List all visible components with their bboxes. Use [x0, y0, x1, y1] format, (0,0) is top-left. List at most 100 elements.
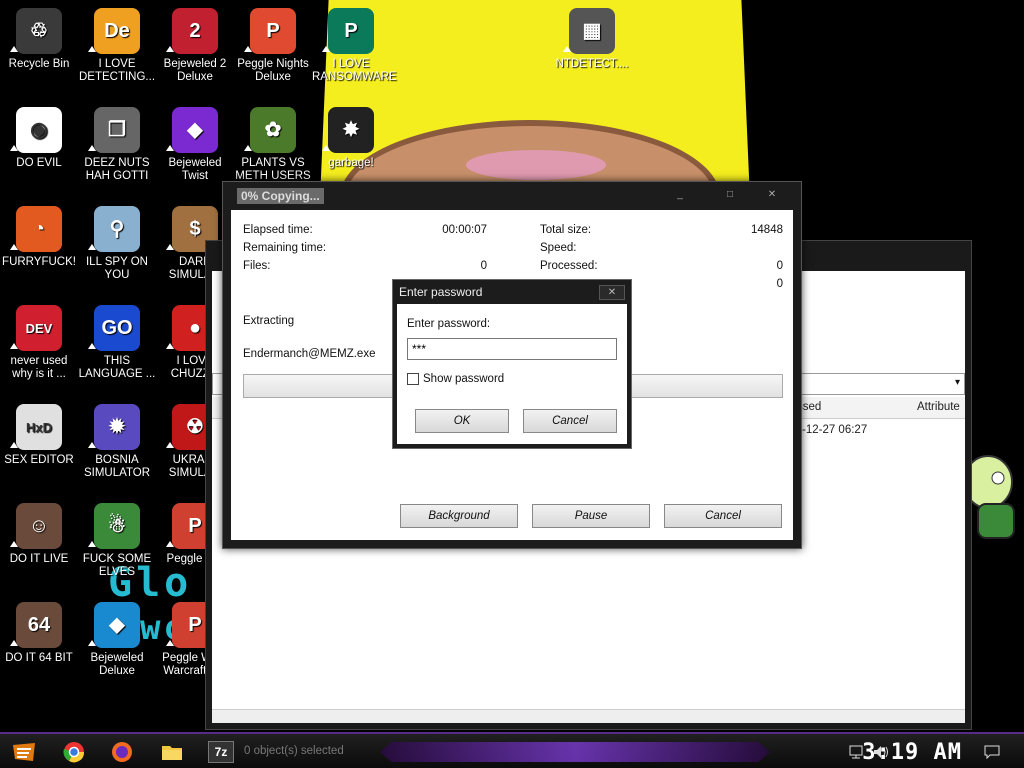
- desktop-icon[interactable]: GO THIS LANGUAGE ...: [78, 305, 156, 381]
- desktop-icon[interactable]: ◉ DO EVIL: [0, 107, 78, 170]
- chevron-down-icon[interactable]: ▾: [955, 377, 960, 388]
- pause-button[interactable]: Pause: [532, 504, 650, 528]
- col-attributes[interactable]: Attribute: [917, 401, 960, 413]
- taskbar-chrome[interactable]: [58, 738, 90, 766]
- desktop-icon-label: PLANTS VS METH USERS: [235, 157, 311, 182]
- peggle-nights-icon: P: [250, 8, 296, 54]
- desktop-icon[interactable]: 2 Bejeweled 2 Deluxe: [156, 8, 234, 84]
- desktop-icon[interactable]: De I LOVE DETECTING...: [78, 8, 156, 84]
- show-password-label[interactable]: Show password: [423, 373, 504, 385]
- shortcut-arrow-icon: [10, 442, 18, 448]
- shortcut-arrow-icon: [88, 442, 96, 448]
- hxd-icon: HxD: [16, 404, 62, 450]
- desktop-icon[interactable]: ♲ Recycle Bin: [0, 8, 78, 71]
- taskbar-firefox[interactable]: [106, 738, 138, 766]
- firefox-icon: [112, 742, 132, 762]
- shortcut-arrow-icon: [10, 640, 18, 646]
- extracting-label: Extracting: [243, 315, 295, 327]
- portrait-icon: ☺: [16, 503, 62, 549]
- desktop-icon[interactable]: ◔ FURRYFUCK!: [0, 206, 78, 269]
- taskbar-explorer[interactable]: [156, 738, 188, 766]
- folder-icon: [162, 746, 182, 760]
- bejeweled2-icon: 2: [172, 8, 218, 54]
- firefox-icon: ◔: [16, 206, 62, 252]
- desktop-icon[interactable]: ◆ Bejeweled Twist: [156, 107, 234, 183]
- desktop-icon-label: NTDETECT....: [555, 58, 629, 70]
- minimize-icon[interactable]: _: [669, 188, 691, 202]
- shortcut-arrow-icon: [166, 244, 174, 250]
- desktop-icon[interactable]: ⚲ ILL SPY ON YOU: [78, 206, 156, 282]
- password-dialog[interactable]: Enter password ✕ Enter password: Show pa…: [392, 279, 632, 449]
- taskbar-decoration: [380, 742, 770, 762]
- chrome-icon: ◉: [16, 107, 62, 153]
- processed-value: 0: [776, 260, 783, 272]
- window-title: 0% Copying...: [237, 188, 324, 204]
- shortcut-arrow-icon: [244, 145, 252, 151]
- total-size-value: 14848: [751, 224, 783, 236]
- chrome-icon: [63, 742, 85, 763]
- ok-button[interactable]: OK: [415, 409, 509, 433]
- desktop-icon[interactable]: ✸ garbage!: [312, 107, 390, 170]
- mine-icon: ✹: [94, 404, 140, 450]
- desktop-icon-label: DEEZ NUTS HAH GOTTI: [84, 157, 150, 182]
- desktop-icon-label: DO EVIL: [16, 157, 62, 169]
- shortcut-arrow-icon: [10, 541, 18, 547]
- background-button[interactable]: Background: [400, 504, 518, 528]
- desktop-icon[interactable]: P Peggle Nights Deluxe: [234, 8, 312, 84]
- desktop-icon[interactable]: DEV never used why is it ...: [0, 305, 78, 381]
- 7z-icon: 7z: [214, 745, 228, 759]
- remaining-label: Remaining time:: [243, 242, 327, 254]
- dialog-close-icon[interactable]: ✕: [599, 285, 625, 300]
- cancel-button[interactable]: Cancel: [664, 504, 782, 528]
- portrait-64-icon: 64: [16, 602, 62, 648]
- shortcut-arrow-icon: [88, 46, 96, 52]
- desktop-icon[interactable]: ☃ FUCK SOME ELVES: [78, 503, 156, 579]
- extra-value: 0: [776, 278, 783, 290]
- bejeweled-twist-icon: ◆: [172, 107, 218, 153]
- notification-icon[interactable]: [984, 744, 1000, 760]
- desktop-icon[interactable]: ✿ PLANTS VS METH USERS: [234, 107, 312, 183]
- taskbar: 7z 0 object(s) selected 3:19 AM: [0, 732, 1024, 768]
- desktop-icon[interactable]: HxD SEX EDITOR: [0, 404, 78, 467]
- recycle-bin-icon: ♲: [16, 8, 62, 54]
- horizontal-scrollbar[interactable]: [212, 709, 965, 723]
- desktop-icon-label: FURRYFUCK!: [2, 256, 76, 268]
- clock[interactable]: 3:19 AM: [862, 740, 962, 765]
- shortcut-arrow-icon: [10, 145, 18, 151]
- start-button[interactable]: [8, 738, 40, 766]
- speed-label: Speed:: [540, 242, 577, 254]
- desktop-icon-label: Peggle Nights Deluxe: [237, 58, 309, 83]
- password-input[interactable]: [407, 338, 617, 360]
- maximize-icon[interactable]: □: [719, 188, 741, 202]
- show-password-checkbox[interactable]: [407, 373, 419, 385]
- shortcut-arrow-icon: [166, 145, 174, 151]
- dialog-cancel-button[interactable]: Cancel: [523, 409, 617, 433]
- shortcut-arrow-icon: [322, 145, 330, 151]
- desktop-icon[interactable]: P I LOVE RANSOMWARE: [312, 8, 397, 84]
- taskbar-7z[interactable]: 7z: [208, 741, 234, 763]
- explorer-status: 0 object(s) selected: [244, 745, 344, 757]
- desktop-icon-label: SEX EDITOR: [4, 454, 74, 466]
- shortcut-arrow-icon: [166, 442, 174, 448]
- row-date: -12-27 06:27: [802, 424, 868, 436]
- desktop-icon[interactable]: ▦ NTDETECT....: [553, 8, 631, 71]
- plants-icon: ✿: [250, 107, 296, 153]
- de-icon: De: [94, 8, 140, 54]
- desktop-icon-label: DO IT 64 BIT: [5, 652, 73, 664]
- desktop-icon[interactable]: ◆ Bejeweled Deluxe: [78, 602, 156, 678]
- desktop-icon[interactable]: ✹ BOSNIA SIMULATOR: [78, 404, 156, 480]
- desktop-icon[interactable]: ☺ DO IT LIVE: [0, 503, 78, 566]
- shortcut-arrow-icon: [88, 145, 96, 151]
- desktop-icon[interactable]: 64 DO IT 64 BIT: [0, 602, 78, 665]
- shortcut-arrow-icon: [166, 640, 174, 646]
- title-bar[interactable]: 0% Copying... _ □ ✕: [223, 182, 801, 210]
- shortcut-arrow-icon: [88, 343, 96, 349]
- shortcut-arrow-icon: [88, 541, 96, 547]
- desktop-icon[interactable]: ❐ DEEZ NUTS HAH GOTTI: [78, 107, 156, 183]
- password-label: Enter password:: [407, 318, 491, 330]
- windows-copy-icon: ❐: [94, 107, 140, 153]
- desktop-icon-label: Bejeweled Twist: [168, 157, 222, 182]
- close-icon[interactable]: ✕: [761, 188, 783, 202]
- desktop-icon-label: garbage!: [328, 157, 374, 169]
- desktop-icon-label: FUCK SOME ELVES: [82, 553, 152, 578]
